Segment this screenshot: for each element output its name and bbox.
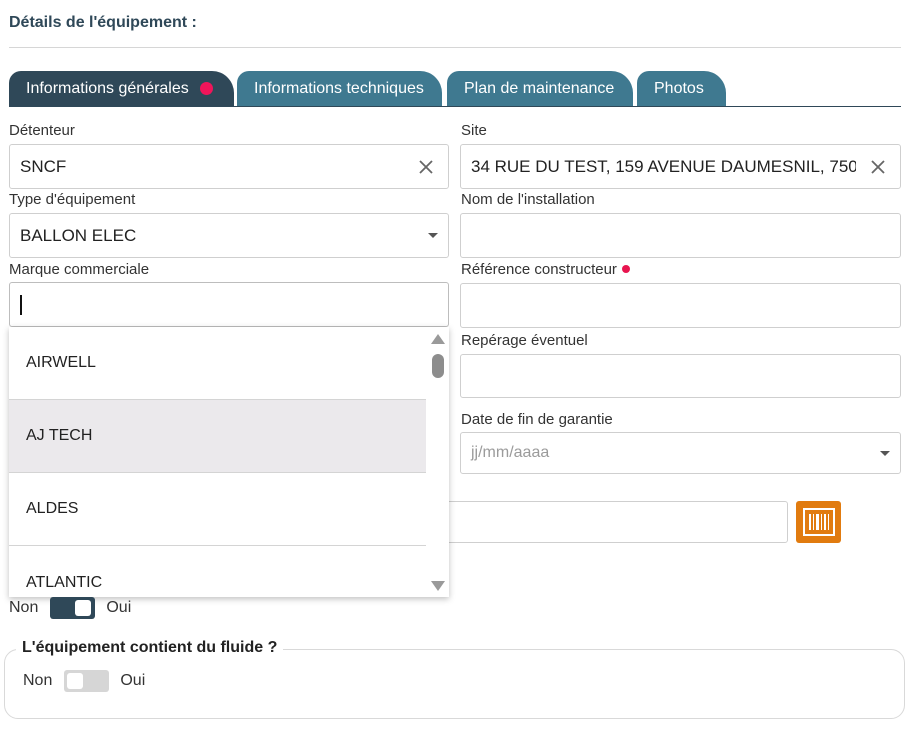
close-x-icon[interactable] [404,145,448,188]
reperage-label: Repérage éventuel [461,332,588,349]
date-placeholder: jj/mm/aaaa [471,444,550,461]
type-equipement-select[interactable]: BALLON ELEC [9,213,449,258]
type-equipement-label: Type d'équipement [9,191,136,208]
barcode-scan-button[interactable] [796,501,841,543]
marque-commerciale-label: Marque commerciale [9,261,150,278]
reference-constructeur-field[interactable] [460,283,901,328]
tab-label: Photos [654,79,704,97]
detenteur-label: Détenteur [9,122,75,139]
tab-label: Informations générales [26,79,189,97]
section-title: Détails de l'équipement : [9,14,197,31]
barcode-scan-icon [802,508,835,536]
nom-installation-label: Nom de l'installation [461,191,595,208]
tab-label: Informations techniques [254,79,424,97]
site-label: Site [461,122,487,139]
toggle-off-label: Non [9,599,39,616]
tab-informations-generales[interactable]: Informations générales [9,71,234,106]
dropdown-option[interactable]: AIRWELL [9,327,426,400]
toggle-switch[interactable] [50,597,96,619]
tab-informations-techniques[interactable]: Informations techniques [237,71,442,106]
detenteur-field[interactable]: SNCF [9,144,449,189]
text-cursor [20,294,22,315]
site-field[interactable]: 34 RUE DU TEST, 159 AVENUE DAUMESNIL, 75… [460,144,901,189]
tab-photos[interactable]: Photos [637,71,726,106]
scroll-up-arrow-icon[interactable] [431,334,445,344]
toggle-on-label: Oui [120,672,146,689]
title-divider [9,47,901,48]
scroll-down-arrow-icon[interactable] [431,581,445,591]
required-dot-icon [621,265,630,273]
reference-constructeur-label-text: Référence constructeur [461,261,617,278]
detenteur-value: SNCF [20,156,67,176]
toggle-knob [75,600,92,616]
toggle-knob [67,673,84,689]
type-equipement-value: BALLON ELEC [20,225,137,245]
tab-plan-de-maintenance[interactable]: Plan de maintenance [447,71,633,106]
caret-down-icon [428,233,438,238]
caret-down-icon [880,450,890,456]
site-value: 34 RUE DU TEST, 159 AVENUE DAUMESNIL, 75… [471,156,856,176]
marque-commerciale-input[interactable] [9,282,449,327]
tab-bar: Informations générales Informations tech… [9,71,901,107]
toggle-row: Non Oui [9,597,131,619]
alert-dot-icon [199,82,213,95]
toggle-on-label: Oui [106,599,132,616]
fluide-toggle-row: Non Oui [23,670,145,692]
marque-dropdown-list: AIRWELL AJ TECH ALDES ATLANTIC [9,327,449,597]
barcode-field[interactable] [420,501,788,543]
tab-label: Plan de maintenance [464,79,615,97]
reference-constructeur-label: Référence constructeur [461,261,630,278]
fluide-toggle-switch[interactable] [64,670,110,692]
dropdown-scrollbar[interactable] [426,327,449,597]
reperage-field[interactable] [460,354,901,398]
close-x-icon[interactable] [856,145,900,188]
dropdown-option[interactable]: ATLANTIC [9,546,426,597]
date-fin-garantie-field[interactable]: jj/mm/aaaa [460,432,901,474]
dropdown-option[interactable]: AJ TECH [9,400,426,473]
nom-installation-field[interactable] [460,213,901,258]
dropdown-option[interactable]: ALDES [9,473,426,546]
toggle-off-label: Non [23,672,53,689]
date-fin-garantie-label: Date de fin de garantie [461,411,613,428]
scrollbar-thumb[interactable] [432,354,444,378]
fluide-legend: L'équipement contient du fluide ? [16,639,284,657]
